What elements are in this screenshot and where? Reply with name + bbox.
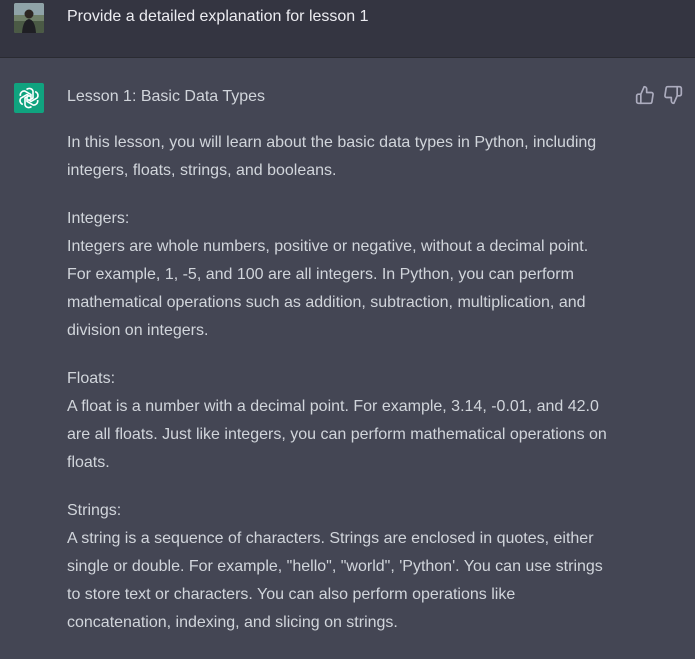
openai-logo-icon xyxy=(14,83,44,113)
chat-page: Provide a detailed explanation for lesso… xyxy=(0,0,695,659)
assistant-message-content: Lesson 1: Basic Data Types In this lesso… xyxy=(67,85,632,657)
lesson-title: Lesson 1: Basic Data Types xyxy=(67,88,266,105)
thumbs-down-icon[interactable] xyxy=(663,85,683,105)
strings-paragraph: Strings: A string is a sequence of chara… xyxy=(67,502,603,631)
integers-paragraph: Integers: Integers are whole numbers, po… xyxy=(67,210,589,339)
intro-paragraph: In this lesson, you will learn about the… xyxy=(67,134,597,179)
user-avatar xyxy=(14,3,44,33)
assistant-message-row: Lesson 1: Basic Data Types In this lesso… xyxy=(0,58,695,659)
user-message-text: Provide a detailed explanation for lesso… xyxy=(67,8,369,25)
thumbs-up-icon[interactable] xyxy=(635,85,655,105)
floats-paragraph: Floats: A float is a number with a decim… xyxy=(67,370,607,471)
user-message-row: Provide a detailed explanation for lesso… xyxy=(0,0,695,58)
